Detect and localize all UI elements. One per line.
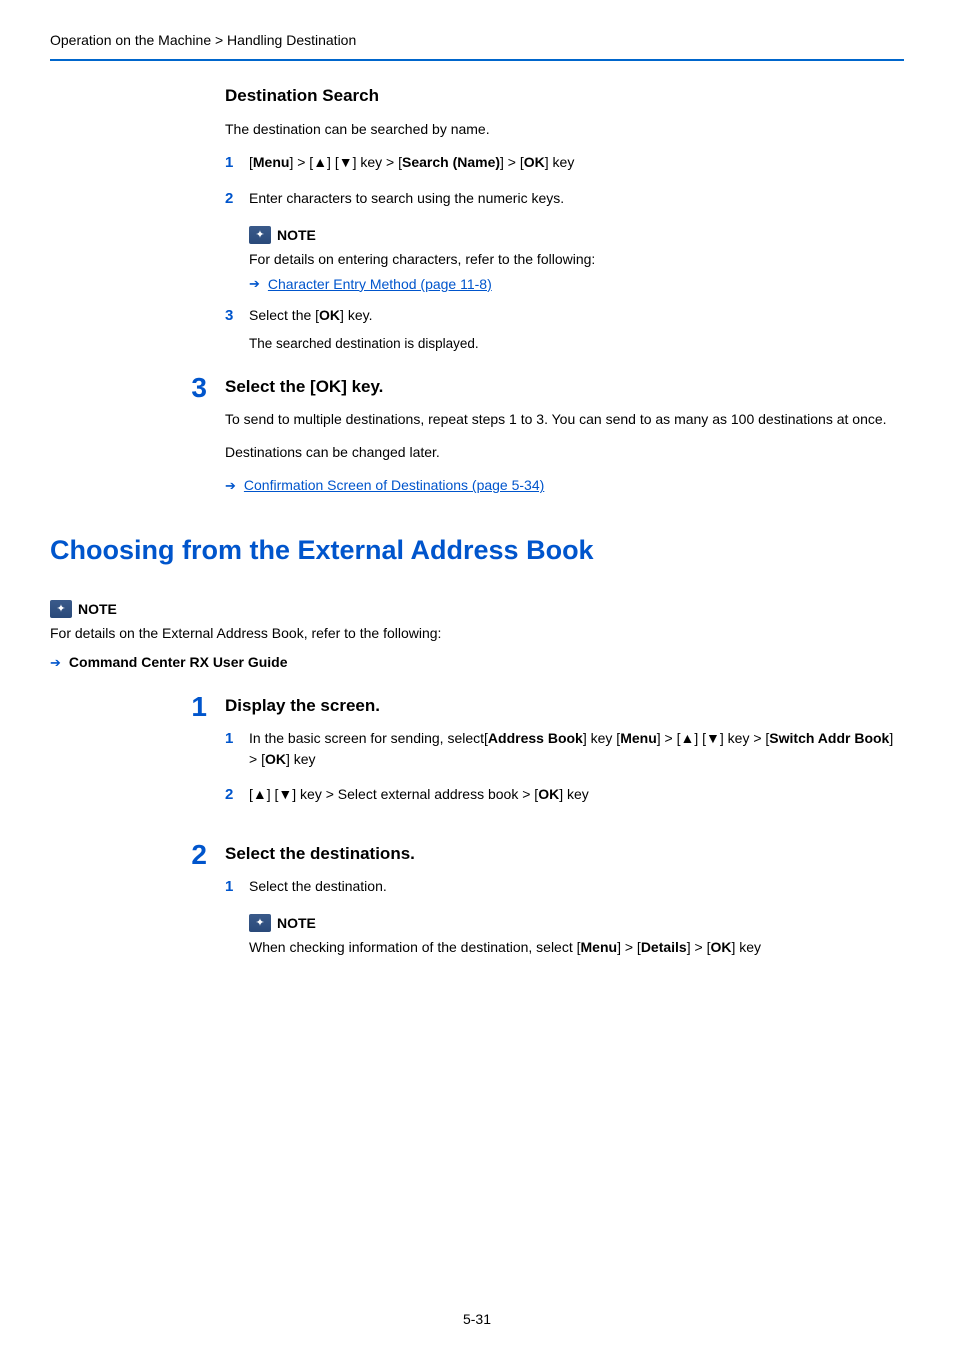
paragraph: To send to multiple destinations, repeat… [225, 409, 899, 430]
step-marker: 3 [225, 305, 239, 328]
page-number: 5-31 [0, 1309, 954, 1330]
major-step-number: 3 [185, 374, 207, 402]
reference-guide: Command Center RX User Guide [69, 652, 288, 673]
arrow-icon: ➔ [249, 274, 260, 294]
intro-text: The destination can be searched by name. [225, 119, 899, 140]
note-label: NOTE [78, 599, 117, 620]
note-block: ✦ NOTE For details on the External Addre… [50, 599, 904, 644]
step-text: [Menu] > [▲] [▼] key > [Search (Name)] >… [249, 152, 899, 173]
step-text: [▲] [▼] key > Select external address bo… [249, 784, 899, 805]
major-step: 2 Select the destinations. 1 Select the … [185, 841, 899, 958]
list-item: 1 [Menu] > [▲] [▼] key > [Search (Name)]… [225, 152, 899, 175]
note-block: ✦ NOTE When checking information of the … [249, 913, 899, 958]
list-item: 1 Select the destination. [225, 876, 899, 899]
arrow-icon: ➔ [225, 476, 236, 496]
major-step-title: Select the destinations. [225, 841, 899, 867]
step-marker: 2 [225, 188, 239, 211]
step-text: In the basic screen for sending, select[… [249, 728, 899, 770]
arrow-icon: ➔ [50, 653, 61, 673]
step-text: Enter characters to search using the num… [249, 188, 899, 209]
link-confirmation-screen[interactable]: Confirmation Screen of Destinations (pag… [244, 475, 544, 496]
major-step-title: Select the [OK] key. [225, 374, 899, 400]
step-subtext: The searched destination is displayed. [249, 334, 899, 354]
major-step: 3 Select the [OK] key. To send to multip… [185, 374, 899, 503]
major-step-number: 1 [185, 693, 207, 721]
step-marker: 1 [225, 728, 239, 751]
note-label: NOTE [277, 913, 316, 934]
breadcrumb: Operation on the Machine > Handling Dest… [50, 30, 904, 59]
step-marker: 1 [225, 876, 239, 899]
note-text: When checking information of the destina… [249, 937, 899, 958]
major-step-number: 2 [185, 841, 207, 869]
step-text: Select the destination. [249, 876, 899, 897]
heading-choosing-external: Choosing from the External Address Book [50, 530, 904, 571]
link-character-entry[interactable]: Character Entry Method (page 11-8) [268, 274, 492, 295]
list-item: 1 In the basic screen for sending, selec… [225, 728, 899, 770]
header-rule [50, 59, 904, 61]
note-text: For details on the External Address Book… [50, 623, 904, 644]
note-icon: ✦ [249, 226, 271, 244]
list-item: 2 Enter characters to search using the n… [225, 188, 899, 211]
note-block: ✦ NOTE For details on entering character… [249, 225, 899, 295]
note-text: For details on entering characters, refe… [249, 249, 899, 270]
step-marker: 1 [225, 152, 239, 175]
paragraph: Destinations can be changed later. [225, 442, 899, 463]
note-icon: ✦ [249, 914, 271, 932]
step-marker: 2 [225, 784, 239, 807]
major-step-title: Display the screen. [225, 693, 899, 719]
major-step: 1 Display the screen. 1 In the basic scr… [185, 693, 899, 821]
note-icon: ✦ [50, 600, 72, 618]
list-item: 2 [▲] [▼] key > Select external address … [225, 784, 899, 807]
section-title-destination-search: Destination Search [225, 83, 899, 109]
step-text: Select the [OK] key. [249, 305, 899, 326]
note-label: NOTE [277, 225, 316, 246]
list-item: 3 Select the [OK] key. The searched dest… [225, 305, 899, 354]
